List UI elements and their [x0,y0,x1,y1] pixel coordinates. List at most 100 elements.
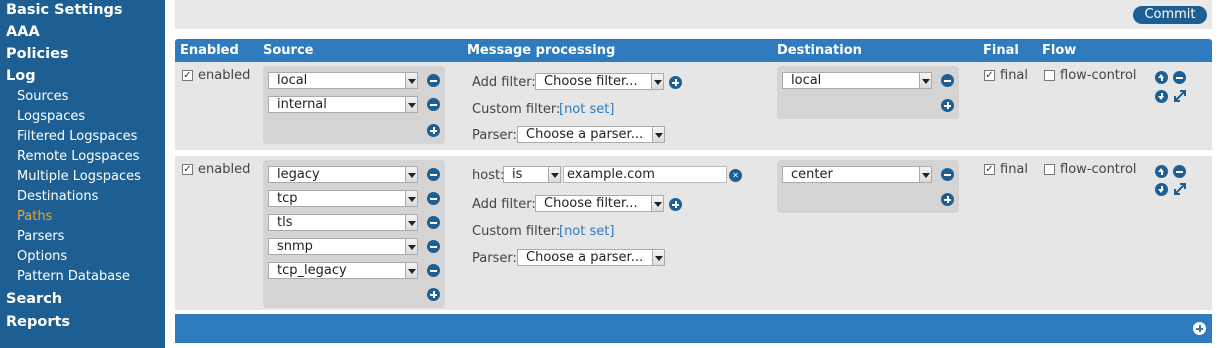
nav-aaa[interactable]: AAA [6,24,40,40]
add-source-icon[interactable] [427,288,440,301]
delete-path-icon[interactable] [1173,71,1186,84]
source-select[interactable]: tcp_legacy [268,262,418,279]
source-select[interactable]: internal [268,96,418,113]
flow-control-checkbox[interactable]: flow-control [1044,162,1137,177]
custom-filter-label: Custom filter: [472,224,561,239]
clear-filter-icon[interactable] [729,169,742,182]
final-label: final [1000,162,1029,177]
destination-panel: center [777,160,959,213]
add-path-icon[interactable] [1193,322,1206,335]
nav-log-pattern-database[interactable]: Pattern Database [17,269,130,284]
filter-select[interactable]: Choose filter... [535,195,664,212]
chevron-down-icon [405,239,417,254]
nav-basic-settings[interactable]: Basic Settings [6,2,123,18]
checkbox-unchecked-icon [1044,70,1055,81]
chevron-down-icon [405,97,417,112]
nav-search[interactable]: Search [6,291,62,307]
checkbox-checked-icon: ✓ [182,164,193,175]
expand-icon[interactable] [1173,89,1187,103]
remove-source-icon[interactable] [427,168,440,181]
parser-select[interactable]: Choose a parser... [517,249,665,266]
chevron-down-icon [652,127,664,142]
add-filter-label: Add filter: [472,75,536,90]
remove-source-icon[interactable] [427,240,440,253]
enabled-checkbox[interactable]: ✓ enabled [182,68,250,83]
chevron-down-icon [651,196,663,211]
source-select[interactable]: legacy [268,166,418,183]
table-header: Enabled Source Message processing Destin… [175,39,1212,62]
move-up-icon[interactable] [1155,71,1168,84]
move-down-icon[interactable] [1155,90,1168,103]
source-select[interactable]: snmp [268,238,418,255]
header-enabled: Enabled [180,43,239,58]
checkbox-checked-icon: ✓ [984,164,995,175]
chevron-down-icon [405,73,417,88]
enabled-checkbox[interactable]: ✓ enabled [182,162,250,177]
nav-log-paths[interactable]: Paths [17,209,52,224]
nav-log-remote-logspaces[interactable]: Remote Logspaces [17,149,139,164]
nav-log-multiple-logspaces[interactable]: Multiple Logspaces [17,169,141,184]
header-flow: Flow [1042,43,1077,58]
nav-log[interactable]: Log [6,68,36,84]
filter-select[interactable]: Choose filter... [535,73,664,90]
chevron-down-icon [919,73,931,88]
delete-path-icon[interactable] [1173,165,1186,178]
nav-log-logspaces[interactable]: Logspaces [17,109,85,124]
enabled-label: enabled [198,162,251,177]
destination-select[interactable]: local [782,72,932,89]
chevron-down-icon [405,167,417,182]
table-footer [175,314,1212,343]
remove-source-icon[interactable] [427,98,440,111]
main-content: Commit Enabled Source Message processing… [175,0,1212,348]
remove-source-icon[interactable] [427,74,440,87]
remove-source-icon[interactable] [427,216,440,229]
add-filter-icon[interactable] [669,198,682,211]
destination-panel: local [777,66,959,119]
nav-log-sources[interactable]: Sources [17,89,68,104]
custom-filter-link[interactable]: [not set] [559,102,614,117]
custom-filter-label: Custom filter: [472,102,561,117]
source-select[interactable]: local [268,72,418,89]
parser-label: Parser: [472,251,517,266]
custom-filter-link[interactable]: [not set] [559,224,614,239]
add-destination-icon[interactable] [941,193,954,206]
remove-destination-icon[interactable] [941,168,954,181]
nav-policies[interactable]: Policies [6,46,69,62]
source-select[interactable]: tls [268,214,418,231]
destination-select[interactable]: center [782,166,932,183]
move-down-icon[interactable] [1155,183,1168,196]
final-checkbox[interactable]: ✓ final [984,68,1028,83]
remove-destination-icon[interactable] [941,74,954,87]
flow-control-checkbox[interactable]: flow-control [1044,68,1137,83]
add-filter-icon[interactable] [669,76,682,89]
chevron-down-icon [405,263,417,278]
host-operator-select[interactable]: is [503,166,561,183]
add-destination-icon[interactable] [941,99,954,112]
parser-select[interactable]: Choose a parser... [517,126,665,143]
checkbox-unchecked-icon [1044,164,1055,175]
header-final: Final [983,43,1019,58]
chevron-down-icon [405,215,417,230]
header-message-processing: Message processing [467,43,616,58]
nav-log-filtered-logspaces[interactable]: Filtered Logspaces [17,129,137,144]
expand-icon[interactable] [1173,182,1187,196]
checkbox-checked-icon: ✓ [984,70,995,81]
nav-log-options[interactable]: Options [17,249,67,264]
move-up-icon[interactable] [1155,165,1168,178]
nav-reports[interactable]: Reports [6,314,70,330]
remove-source-icon[interactable] [427,192,440,205]
sidebar: Basic Settings AAA Policies Log Sources … [0,0,165,348]
source-select[interactable]: tcp [268,190,418,207]
final-checkbox[interactable]: ✓ final [984,162,1028,177]
commit-button[interactable]: Commit [1133,6,1207,24]
enabled-label: enabled [198,68,251,83]
toolbar: Commit [175,0,1212,29]
chevron-down-icon [651,74,663,89]
parser-label: Parser: [472,128,517,143]
add-source-icon[interactable] [427,124,440,137]
remove-source-icon[interactable] [427,264,440,277]
host-value-input[interactable]: example.com [563,166,727,183]
final-label: final [1000,68,1029,83]
nav-log-destinations[interactable]: Destinations [17,189,98,204]
nav-log-parsers[interactable]: Parsers [17,229,64,244]
